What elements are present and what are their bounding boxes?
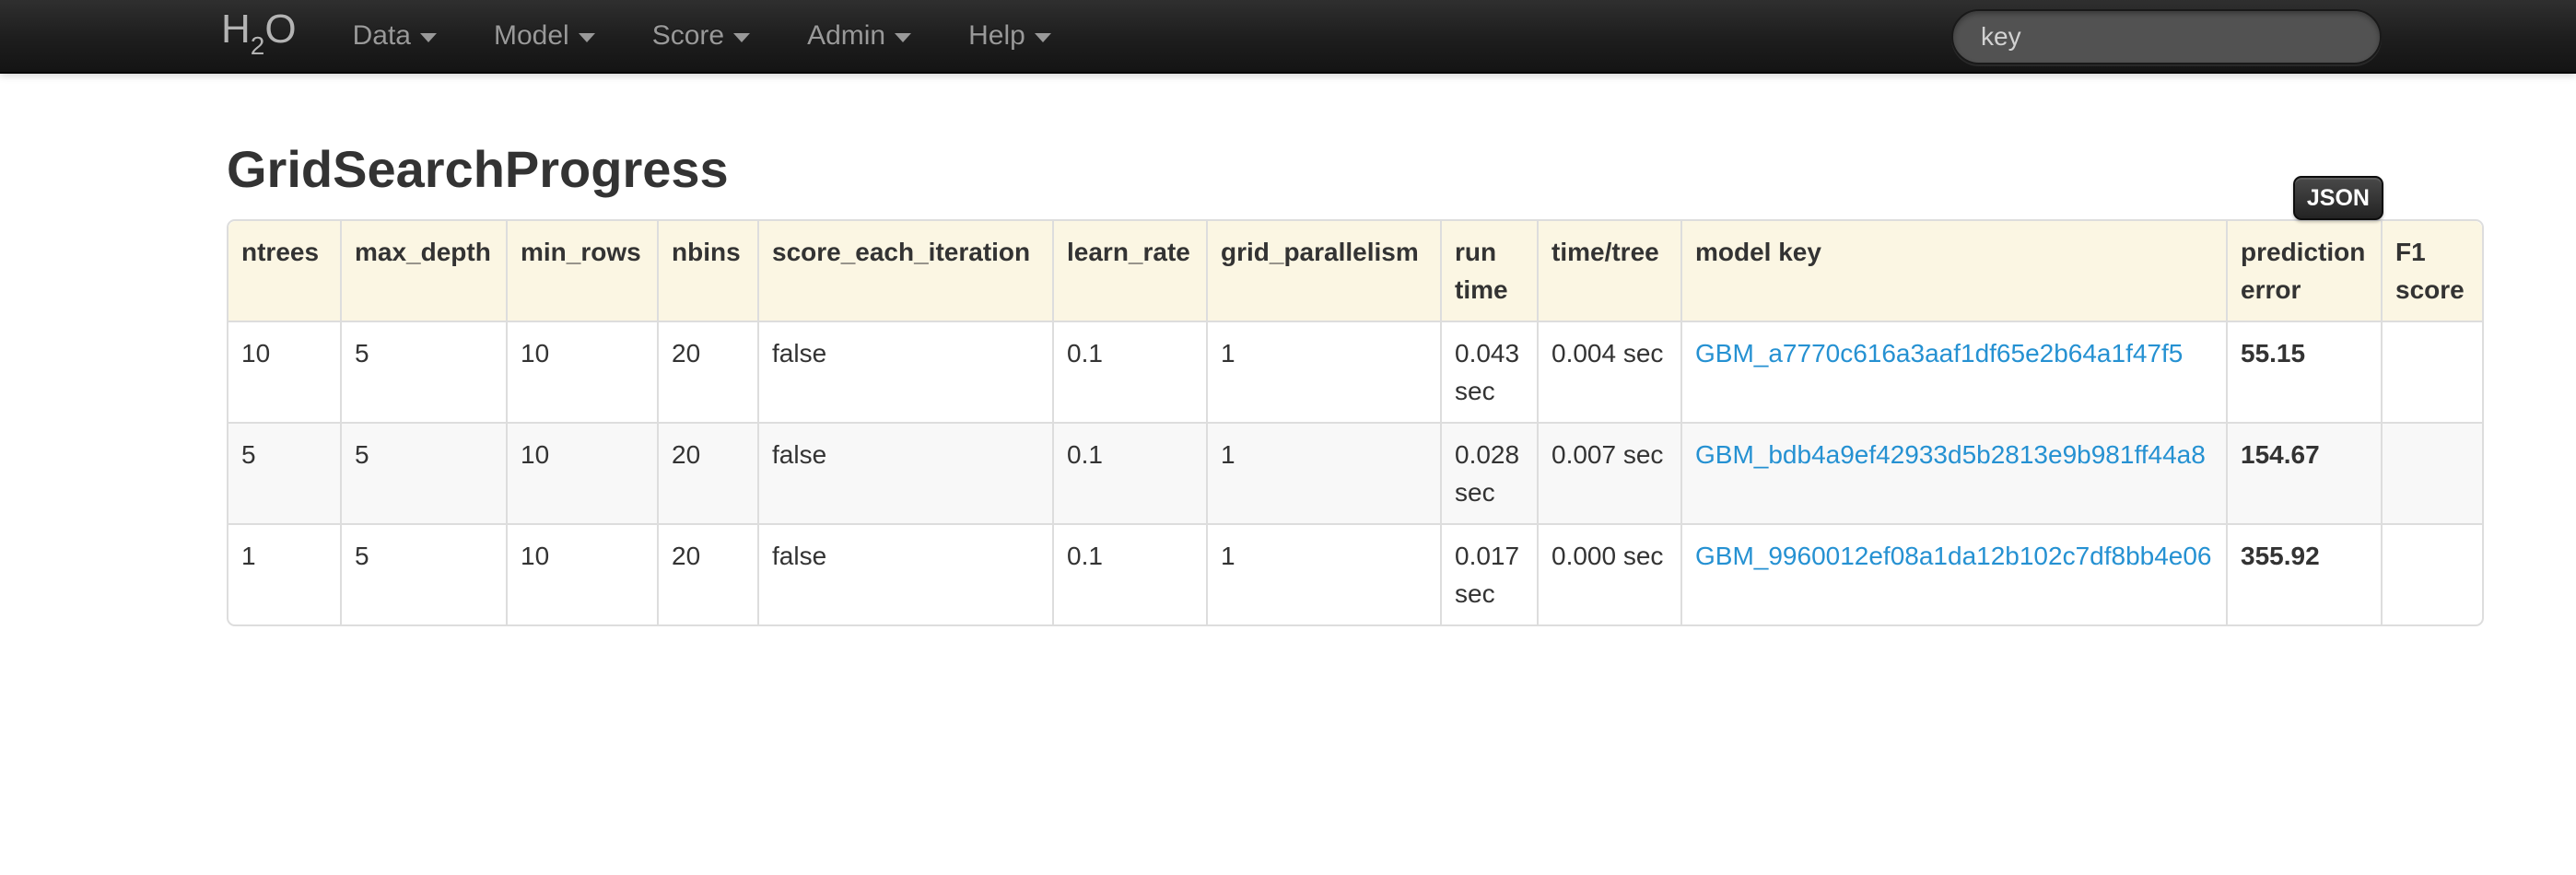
cell-run-time: 0.043 sec bbox=[1440, 321, 1537, 422]
h2o-logo[interactable]: H2O bbox=[221, 0, 297, 79]
cell-score-each-iteration: false bbox=[757, 523, 1052, 624]
cell-min-rows: 10 bbox=[506, 321, 657, 422]
cell-grid-parallelism: 1 bbox=[1206, 422, 1440, 523]
cell-score-each-iteration: false bbox=[757, 321, 1052, 422]
cell-run-time: 0.028 sec bbox=[1440, 422, 1537, 523]
menu-item-label: Data bbox=[353, 20, 411, 52]
model-key-link[interactable]: GBM_bdb4a9ef42933d5b2813e9b981ff44a8 bbox=[1695, 440, 2206, 469]
cell-score-each-iteration: false bbox=[757, 422, 1052, 523]
cell-grid-parallelism: 1 bbox=[1206, 321, 1440, 422]
cell-nbins: 20 bbox=[657, 422, 757, 523]
cell-ntrees: 1 bbox=[228, 523, 340, 624]
cell-time-per-tree: 0.004 sec bbox=[1537, 321, 1680, 422]
menu-item-admin[interactable]: Admin bbox=[779, 0, 940, 73]
col-header-max-depth: max_depth bbox=[340, 221, 506, 321]
col-header-run-time: run time bbox=[1440, 221, 1537, 321]
cell-run-time: 0.017 sec bbox=[1440, 523, 1537, 624]
menu-item-help[interactable]: Help bbox=[940, 0, 1080, 73]
cell-learn-rate: 0.1 bbox=[1052, 523, 1206, 624]
cell-ntrees: 10 bbox=[228, 321, 340, 422]
key-search-input[interactable] bbox=[1951, 9, 2382, 64]
cell-prediction-error: 355.92 bbox=[2226, 523, 2381, 624]
cell-nbins: 20 bbox=[657, 321, 757, 422]
cell-nbins: 20 bbox=[657, 523, 757, 624]
page-title: GridSearchProgress bbox=[227, 141, 2576, 198]
cell-min-rows: 10 bbox=[506, 523, 657, 624]
chevron-down-icon bbox=[733, 33, 750, 42]
table-row: 10 5 10 20 false 0.1 1 0.043 sec 0.004 s… bbox=[228, 321, 2482, 422]
cell-prediction-error: 55.15 bbox=[2226, 321, 2381, 422]
cell-learn-rate: 0.1 bbox=[1052, 422, 1206, 523]
cell-prediction-error: 154.67 bbox=[2226, 422, 2381, 523]
navbar-menu: Data Model Score Admin Help bbox=[324, 0, 1080, 73]
cell-max-depth: 5 bbox=[340, 321, 506, 422]
col-header-score-each-iteration: score_each_iteration bbox=[757, 221, 1052, 321]
menu-item-model[interactable]: Model bbox=[465, 0, 624, 73]
navbar: H2O Data Model Score Admin Help bbox=[0, 0, 2576, 74]
cell-time-per-tree: 0.007 sec bbox=[1537, 422, 1680, 523]
col-header-nbins: nbins bbox=[657, 221, 757, 321]
menu-item-label: Help bbox=[968, 20, 1025, 52]
cell-model-key: GBM_9960012ef08a1da12b102c7df8bb4e06 bbox=[1680, 523, 2226, 624]
cell-time-per-tree: 0.000 sec bbox=[1537, 523, 1680, 624]
cell-model-key: GBM_bdb4a9ef42933d5b2813e9b981ff44a8 bbox=[1680, 422, 2226, 523]
cell-learn-rate: 0.1 bbox=[1052, 321, 1206, 422]
col-header-f1-score: F1 score bbox=[2381, 221, 2482, 321]
chevron-down-icon bbox=[420, 33, 437, 42]
col-header-prediction-error: prediction error bbox=[2226, 221, 2381, 321]
table-row: 5 5 10 20 false 0.1 1 0.028 sec 0.007 se… bbox=[228, 422, 2482, 523]
menu-item-label: Model bbox=[494, 20, 569, 52]
logo-text-o: O bbox=[264, 6, 296, 52]
col-header-model-key: model key bbox=[1680, 221, 2226, 321]
cell-max-depth: 5 bbox=[340, 523, 506, 624]
main-content: JSON GridSearchProgress ntrees max_depth… bbox=[0, 141, 2576, 626]
menu-item-score[interactable]: Score bbox=[624, 0, 779, 73]
cell-model-key: GBM_a7770c616a3aaf1df65e2b64a1f47f5 bbox=[1680, 321, 2226, 422]
cell-max-depth: 5 bbox=[340, 422, 506, 523]
menu-item-data[interactable]: Data bbox=[324, 0, 465, 73]
model-key-link[interactable]: GBM_a7770c616a3aaf1df65e2b64a1f47f5 bbox=[1695, 339, 2183, 368]
col-header-learn-rate: learn_rate bbox=[1052, 221, 1206, 321]
logo-text-h: H bbox=[221, 6, 251, 52]
table-row: 1 5 10 20 false 0.1 1 0.017 sec 0.000 se… bbox=[228, 523, 2482, 624]
cell-ntrees: 5 bbox=[228, 422, 340, 523]
cell-grid-parallelism: 1 bbox=[1206, 523, 1440, 624]
cell-f1-score bbox=[2381, 321, 2482, 422]
col-header-ntrees: ntrees bbox=[228, 221, 340, 321]
col-header-time-per-tree: time/tree bbox=[1537, 221, 1680, 321]
chevron-down-icon bbox=[895, 33, 911, 42]
model-key-link[interactable]: GBM_9960012ef08a1da12b102c7df8bb4e06 bbox=[1695, 542, 2212, 570]
menu-item-label: Admin bbox=[807, 20, 885, 52]
cell-min-rows: 10 bbox=[506, 422, 657, 523]
col-header-grid-parallelism: grid_parallelism bbox=[1206, 221, 1440, 321]
menu-item-label: Score bbox=[652, 20, 724, 52]
cell-f1-score bbox=[2381, 523, 2482, 624]
col-header-min-rows: min_rows bbox=[506, 221, 657, 321]
chevron-down-icon bbox=[579, 33, 595, 42]
json-button[interactable]: JSON bbox=[2293, 176, 2383, 220]
table-header-row: ntrees max_depth min_rows nbins score_ea… bbox=[228, 221, 2482, 321]
chevron-down-icon bbox=[1035, 33, 1051, 42]
grid-search-results-table: ntrees max_depth min_rows nbins score_ea… bbox=[227, 219, 2484, 626]
logo-text-2: 2 bbox=[251, 31, 265, 60]
cell-f1-score bbox=[2381, 422, 2482, 523]
